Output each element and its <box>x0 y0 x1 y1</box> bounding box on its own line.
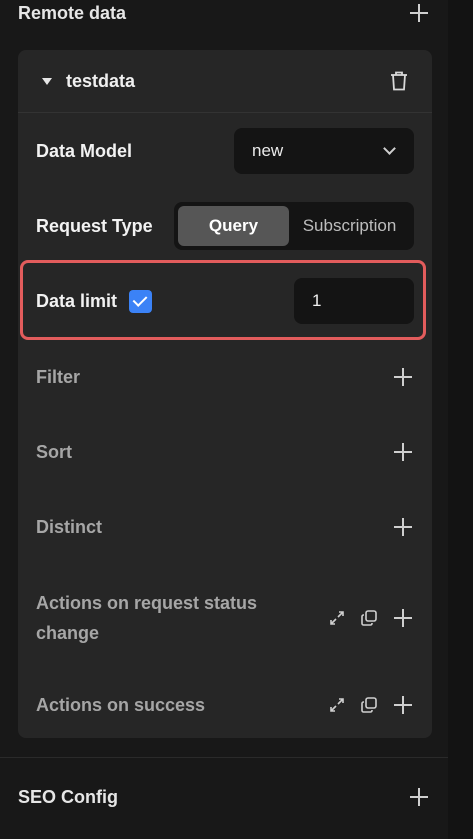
add-filter-icon[interactable] <box>392 366 414 388</box>
seo-config-title: SEO Config <box>18 786 118 807</box>
properties-panel: Remote data testdata Data Model new Requ… <box>0 0 448 839</box>
data-model-label: Data Model <box>36 140 133 161</box>
add-remote-data-icon[interactable] <box>408 2 430 24</box>
tab-subscription[interactable]: Subscription <box>289 206 410 246</box>
actions-status-label: Actions on request status change <box>36 588 257 648</box>
distinct-label: Distinct <box>36 516 103 537</box>
request-type-toggle: Query Subscription <box>174 202 414 250</box>
actions-success-icons <box>328 694 414 716</box>
add-distinct-icon[interactable] <box>392 516 414 538</box>
card-divider <box>18 112 432 113</box>
data-model-value: new <box>252 141 284 160</box>
distinct-row: Distinct <box>36 514 414 540</box>
remote-data-header: Remote data <box>18 0 430 28</box>
filter-row: Filter <box>36 364 414 390</box>
tab-query[interactable]: Query <box>178 206 289 246</box>
add-seo-config-icon[interactable] <box>408 786 430 808</box>
section-divider <box>0 757 448 758</box>
data-model-row: Data Model new <box>36 128 414 174</box>
actions-success-row: Actions on success <box>36 692 414 718</box>
actions-status-icons <box>328 607 414 629</box>
scrollbar[interactable] <box>448 0 473 839</box>
sort-row: Sort <box>36 439 414 465</box>
add-actions-success-icon[interactable] <box>392 694 414 716</box>
copy-icon[interactable] <box>360 609 378 627</box>
remote-data-card: testdata Data Model new Request Type Que… <box>18 50 432 738</box>
seo-config-header: SEO Config <box>18 782 430 812</box>
chevron-down-icon <box>383 142 396 155</box>
sort-label: Sort <box>36 441 72 462</box>
actions-status-label-line1: Actions on request status <box>36 593 258 613</box>
add-sort-icon[interactable] <box>392 441 414 463</box>
card-title: testdata <box>66 70 136 91</box>
data-model-select[interactable]: new <box>234 128 414 174</box>
expand-icon[interactable] <box>328 696 346 714</box>
actions-success-label: Actions on success <box>36 694 206 715</box>
caret-down-icon[interactable] <box>42 77 52 85</box>
add-actions-status-icon[interactable] <box>392 607 414 629</box>
actions-status-row: Actions on request status change <box>36 590 414 646</box>
filter-label: Filter <box>36 366 81 387</box>
remote-data-title: Remote data <box>18 2 127 23</box>
expand-icon[interactable] <box>328 609 346 627</box>
copy-icon[interactable] <box>360 696 378 714</box>
trash-icon[interactable] <box>390 71 408 91</box>
request-type-row: Request Type Query Subscription <box>36 202 414 250</box>
actions-status-label-line2: change <box>36 623 100 643</box>
card-header[interactable]: testdata <box>18 50 432 112</box>
request-type-label: Request Type <box>36 215 153 236</box>
data-limit-highlight <box>20 260 426 340</box>
